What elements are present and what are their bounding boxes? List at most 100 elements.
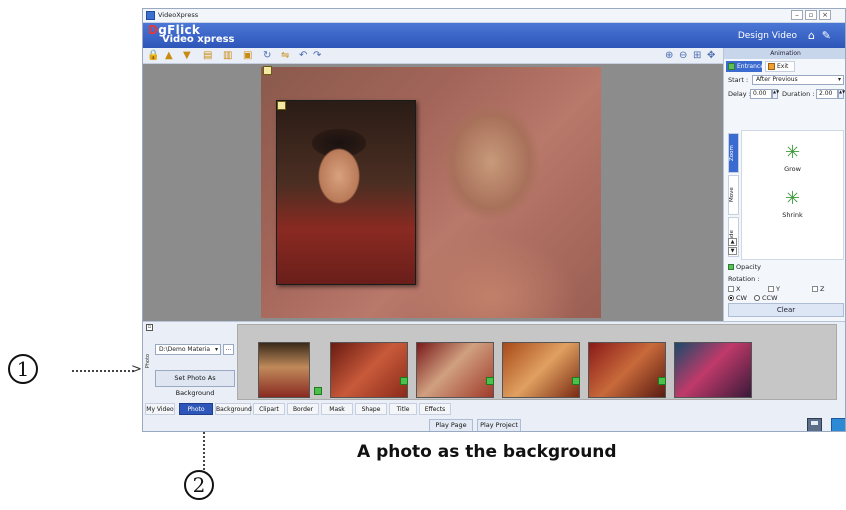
photo-thumbnail[interactable] [588,342,666,398]
group-icon[interactable]: ▣ [243,50,252,62]
thumbnail-add-icon[interactable] [314,387,322,395]
bottom-tab-bar: My Video Photo Background Clipart Border… [143,402,483,416]
duration-stepper[interactable]: ▲▼ [838,89,845,99]
layer-down-icon[interactable]: ▼ [183,50,191,62]
zoom-in-icon[interactable]: ⊕ [665,50,673,62]
checkbox-icon [812,286,818,292]
checkbox-icon [728,264,734,270]
delay-input[interactable]: 0.00 [750,89,772,99]
redo-icon[interactable]: ↷ [313,50,321,62]
foreground-selection-handle[interactable] [277,101,286,110]
rotation-z-checkbox[interactable]: Z [812,285,824,293]
marker-1-leader [72,370,134,372]
tab-move[interactable]: Move [728,175,739,215]
shrink-icon: ✳ [784,188,801,209]
tab-photo[interactable]: Photo [179,403,213,415]
undo-icon[interactable]: ↶ [299,50,307,62]
photo-panel-label: Photo [145,354,151,369]
browse-button[interactable]: ... [223,344,234,355]
rotation-y-checkbox[interactable]: Y [768,285,780,293]
rotation-label: Rotation : [728,275,760,283]
opacity-checkbox[interactable]: Opacity [728,263,761,271]
tab-effects[interactable]: Effects [419,403,451,415]
rotate-icon[interactable]: ↻ [263,50,271,62]
direction-ccw-radio[interactable]: CCW [754,294,778,302]
logo-d: D [148,23,159,37]
tab-border[interactable]: Border [287,403,319,415]
close-icon[interactable]: × [819,10,831,20]
thumbnail-add-icon[interactable] [658,377,666,385]
minimize-icon[interactable]: – [791,10,803,20]
photo-strip: ▲ ▼ [237,324,837,400]
tab-clipart[interactable]: Clipart [253,403,285,415]
photo-thumbnail[interactable] [674,342,752,398]
photo-thumbnail[interactable] [502,342,580,398]
effect-shrink[interactable]: ✳ Shrink [742,188,843,220]
align-icon[interactable]: ▤ [203,50,212,62]
scroll-down-icon[interactable]: ▼ [728,247,737,255]
editing-canvas[interactable] [143,64,723,321]
checkbox-icon [728,286,734,292]
clear-button[interactable]: Clear [728,303,844,317]
animation-panel: Animation Entrance Exit Start : After Pr… [723,48,845,321]
set-photo-as-background-button[interactable]: Set Photo As Background [155,370,235,397]
photo-thumbnail[interactable] [330,342,408,398]
tab-my-video[interactable]: My Video [145,403,175,415]
play-bar: Play Page Play Project [143,417,845,431]
tab-background[interactable]: Background [215,403,252,415]
tab-mask[interactable]: Mask [321,403,353,415]
layer-up-icon[interactable]: ▲ [165,50,173,62]
play-page-button[interactable]: Play Page [429,419,473,431]
toolbar: 🔒 ▲ ▼ ▤ ▥ ▣ ↻ ⇋ ↶ ↷ ⊕ ⊖ ⊞ ✥ [143,48,723,64]
window-title: VideoXpress [158,11,199,19]
start-select[interactable]: After Previous ▾ [752,75,844,85]
entrance-icon [728,63,735,70]
fit-icon[interactable]: ⊞ [693,50,701,62]
play-project-button[interactable]: Play Project [477,419,521,431]
folder-select[interactable]: D:\Demo Materia ▾ [155,344,221,355]
background-selection-handle[interactable] [263,66,272,75]
tools-icon[interactable]: ✎ [822,29,831,42]
move-icon[interactable]: ✥ [707,50,715,62]
radio-icon [754,295,760,301]
logo: DgFlick Video xpress [148,23,235,45]
radio-icon [728,295,734,301]
distribute-icon[interactable]: ▥ [223,50,232,62]
pin-icon[interactable]: ▫ [146,324,153,331]
foreground-photo[interactable] [276,100,416,285]
duration-input[interactable]: 2.00 [816,89,838,99]
lock-icon[interactable]: 🔒 [147,50,159,62]
save-icon[interactable] [807,418,822,431]
title-bar: VideoXpress – ▫ × [143,9,845,23]
export-icon[interactable] [831,418,845,431]
exit-icon [768,63,775,70]
panel-title: Animation [724,48,845,59]
figure-caption: A photo as the background [357,442,617,462]
maximize-icon[interactable]: ▫ [805,10,817,20]
marker-2: 2 [184,470,214,500]
design-video-label[interactable]: Design Video [738,31,797,41]
scroll-up-icon[interactable]: ▲ [728,238,737,246]
tab-entrance[interactable]: Entrance [726,61,764,72]
direction-cw-radio[interactable]: CW [728,294,747,302]
tab-exit[interactable]: Exit [765,61,795,72]
effect-grow[interactable]: ✳ Grow [742,143,843,174]
marker-1: 1 [8,354,38,384]
tab-zoom[interactable]: Zoom [728,133,739,173]
marker-1-arrow: > [131,362,142,377]
thumbnail-add-icon[interactable] [400,377,408,385]
home-icon[interactable]: ⌂ [808,29,815,42]
checkbox-icon [768,286,774,292]
rotation-x-checkbox[interactable]: X [728,285,740,293]
thumbnail-add-icon[interactable] [486,377,494,385]
zoom-out-icon[interactable]: ⊖ [679,50,687,62]
delay-stepper[interactable]: ▲▼ [772,89,779,99]
tab-title[interactable]: Title [389,403,417,415]
photo-thumbnail[interactable] [416,342,494,398]
flip-icon[interactable]: ⇋ [281,50,289,62]
tab-shape[interactable]: Shape [355,403,387,415]
thumbnail-add-icon[interactable] [572,377,580,385]
photo-thumbnail[interactable] [258,342,310,398]
app-icon [146,11,155,20]
bottom-panel: ▫ Photo D:\Demo Materia ▾ ... Set Photo … [143,321,845,431]
